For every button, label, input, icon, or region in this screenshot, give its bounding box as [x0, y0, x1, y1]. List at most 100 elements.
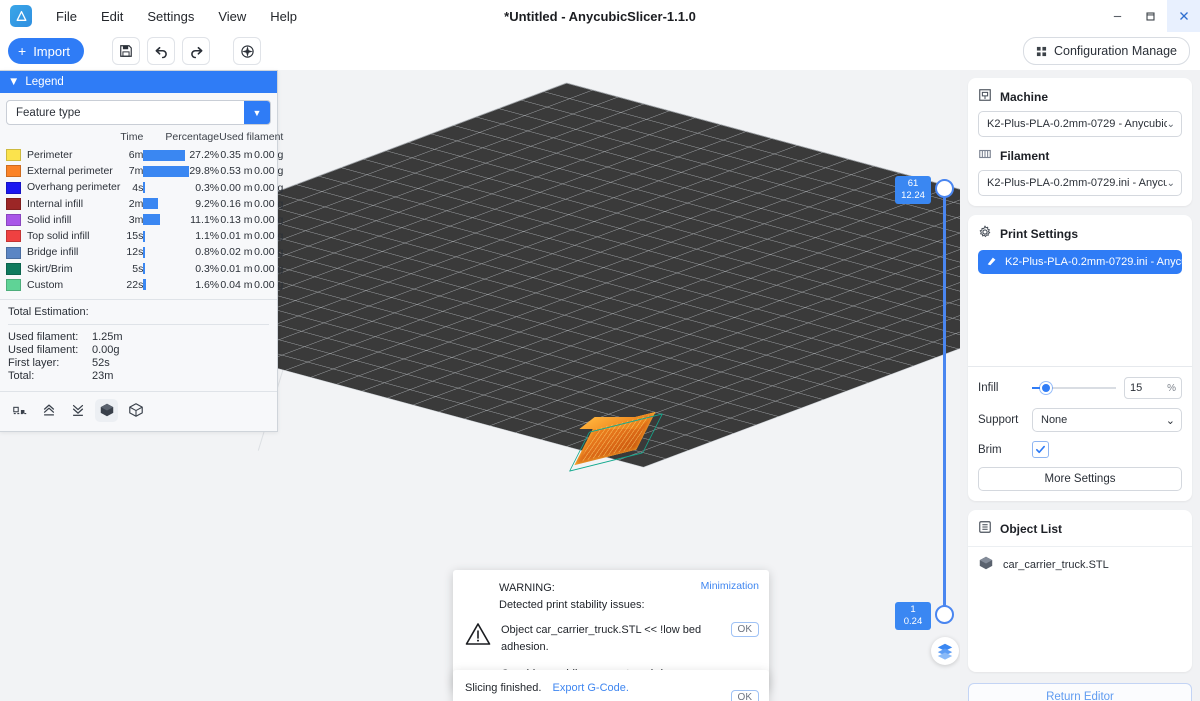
- legend-row[interactable]: Skirt/Brim 5s 0.3% 0.01 m 0.00 g: [6, 261, 283, 277]
- view-type-select[interactable]: Feature type ▼: [6, 100, 271, 125]
- chevron-down-icon[interactable]: ▼: [244, 101, 270, 124]
- import-button[interactable]: + Import: [8, 38, 85, 64]
- object-name: car_carrier_truck.STL: [1003, 558, 1109, 571]
- more-settings-button[interactable]: More Settings: [978, 467, 1182, 491]
- legend-length-cell: 0.01 m: [220, 262, 253, 275]
- legend-feature-name: Solid infill: [27, 213, 72, 226]
- filament-select[interactable]: K2-Plus-PLA-0.2mm-0729.ini - Anycu ⌄: [978, 170, 1182, 196]
- shells-solid-icon[interactable]: [95, 398, 118, 422]
- legend-percentage-bar-cell: [143, 212, 189, 228]
- legend-weight-cell: 0.00 g: [254, 181, 284, 194]
- travel-paths-icon[interactable]: [8, 399, 31, 422]
- total-time-key: Total:: [8, 369, 35, 382]
- redo-icon[interactable]: [182, 37, 211, 65]
- save-icon[interactable]: [112, 37, 141, 65]
- legend-row[interactable]: Top solid infill 15s 1.1% 0.01 m 0.00 g: [6, 228, 283, 244]
- legend-table: Time Percentage Used filament Perimeter 6…: [6, 131, 283, 293]
- legend-length-cell: 0.04 m: [220, 278, 253, 291]
- undo-icon[interactable]: [147, 37, 176, 65]
- legend-time-cell: 7m: [128, 165, 144, 178]
- legend-row[interactable]: Perimeter 6m 27.2% 0.35 m 0.00 g: [6, 147, 283, 163]
- menu-item-file[interactable]: File: [44, 5, 89, 28]
- total-time-row: Total: 23m: [8, 370, 269, 382]
- configuration-manage-button[interactable]: Configuration Manage: [1023, 37, 1190, 65]
- legend-color-swatch: [6, 230, 21, 243]
- total-estimation-heading: Total Estimation:: [8, 305, 89, 318]
- legend-color-swatch: [6, 278, 21, 291]
- legend-color-swatch: [6, 181, 21, 194]
- layer-slider-handle-top[interactable]: [935, 179, 954, 198]
- legend-feature-name: Overhang perimeter: [27, 181, 121, 194]
- warning-triangle-icon: [465, 622, 491, 649]
- layers-icon[interactable]: [931, 637, 959, 665]
- legend-row-name-cell: Internal infill: [6, 196, 120, 212]
- brim-checkbox[interactable]: [1032, 441, 1049, 458]
- retractions-icon[interactable]: [37, 399, 60, 422]
- legend-row[interactable]: External perimeter 7m 29.8% 0.53 m 0.00 g: [6, 163, 283, 179]
- maximize-button[interactable]: [1134, 0, 1167, 32]
- percentage-bar-track: [143, 214, 189, 226]
- legend-feature-name: Skirt/Brim: [27, 262, 73, 275]
- support-select[interactable]: None ⌄: [1032, 408, 1182, 432]
- app-logo-icon: [10, 5, 32, 27]
- legend-color-swatch: [6, 262, 21, 275]
- legend-row-name-cell: Custom: [6, 277, 120, 293]
- bottom-layer-number: 1: [910, 604, 916, 615]
- close-button[interactable]: [1167, 0, 1200, 32]
- legend-percentage-cell: 29.8%: [189, 165, 220, 178]
- machine-select[interactable]: K2-Plus-PLA-0.2mm-0729 - Anycubic ⌄: [978, 111, 1182, 137]
- slicing-ok-button[interactable]: OK: [730, 689, 759, 701]
- first-layer-key: First layer:: [8, 356, 60, 369]
- return-editor-button[interactable]: Return Editor: [968, 683, 1192, 701]
- infill-slider[interactable]: [1032, 380, 1116, 396]
- warning-ok-button[interactable]: OK: [730, 622, 759, 637]
- machine-title: Machine: [1000, 89, 1049, 104]
- legend-row[interactable]: Internal infill 2m 9.2% 0.16 m 0.00 g: [6, 196, 283, 212]
- menu-item-help[interactable]: Help: [258, 5, 309, 28]
- used-filament-length-key: Used filament:: [8, 330, 79, 343]
- import-label: Import: [33, 43, 71, 59]
- print-preset-selected[interactable]: K2-Plus-PLA-0.2mm-0729.ini - Anycu: [978, 250, 1182, 274]
- machine-filament-card: Machine K2-Plus-PLA-0.2mm-0729 - Anycubi…: [968, 78, 1192, 206]
- legend-weight-cell: 0.00 g: [254, 197, 284, 210]
- deretractions-icon[interactable]: [66, 399, 89, 422]
- legend-feature-name: Custom: [27, 278, 64, 291]
- legend-row[interactable]: Bridge infill 12s 0.8% 0.02 m 0.00 g: [6, 244, 283, 260]
- legend-feature-name: Bridge infill: [27, 246, 79, 259]
- menu-item-settings[interactable]: Settings: [135, 5, 206, 28]
- legend-percentage-bar-cell: [143, 228, 189, 244]
- window-controls: [1101, 0, 1200, 32]
- menu-item-view[interactable]: View: [206, 5, 258, 28]
- layer-slider[interactable]: 61 12.24 1 0.24: [895, 165, 955, 635]
- filament-header: Filament: [978, 147, 1182, 164]
- minimization-link[interactable]: Minimization: [701, 580, 759, 592]
- orientation-icon[interactable]: [233, 37, 262, 65]
- support-label: Support: [978, 414, 1019, 426]
- legend-row[interactable]: Overhang perimeter 4s 0.3% 0.00 m 0.00 g: [6, 179, 283, 195]
- legend-weight-cell: 0.00 g: [254, 149, 284, 162]
- shells-outline-icon[interactable]: [124, 399, 147, 422]
- object-list-title: Object List: [1000, 521, 1063, 536]
- menu-item-edit[interactable]: Edit: [89, 5, 135, 28]
- infill-slider-knob[interactable]: [1039, 382, 1052, 394]
- legend-length-cell: 0.16 m: [220, 197, 253, 210]
- total-estimation-block: Total Estimation: Used filament: 1.25m U…: [0, 300, 277, 391]
- print-settings-card: Print Settings K2-Plus-PLA-0.2mm-0729.in…: [968, 215, 1192, 501]
- print-preset-label: K2-Plus-PLA-0.2mm-0729.ini - Anycu: [1005, 256, 1182, 268]
- percentage-bar-fill: [143, 165, 190, 177]
- model-car-carrier-truck[interactable]: [568, 411, 664, 472]
- legend-header[interactable]: ▼ Legend: [0, 71, 277, 93]
- estimated-printing-time: Estimated printing time: 22m 58s: [465, 697, 629, 701]
- warning-header: WARNING: Detected print stability issues…: [465, 580, 759, 613]
- export-gcode-link[interactable]: Export G-Code.: [553, 682, 629, 694]
- infill-value-input[interactable]: 15 %: [1124, 377, 1182, 399]
- layer-slider-track[interactable]: [943, 179, 946, 624]
- legend-color-swatch: [6, 246, 21, 259]
- legend-row[interactable]: Solid infill 3m 11.1% 0.13 m 0.00 g: [6, 212, 283, 228]
- minimize-button[interactable]: [1101, 0, 1134, 32]
- list-item[interactable]: car_carrier_truck.STL: [978, 555, 1182, 574]
- legend-row[interactable]: Custom 22s 1.6% 0.04 m 0.00 g: [6, 277, 283, 293]
- legend-percentage-bar-cell: [143, 196, 189, 212]
- legend-row-name-cell: Solid infill: [6, 212, 120, 228]
- layer-slider-handle-bottom[interactable]: [935, 605, 954, 624]
